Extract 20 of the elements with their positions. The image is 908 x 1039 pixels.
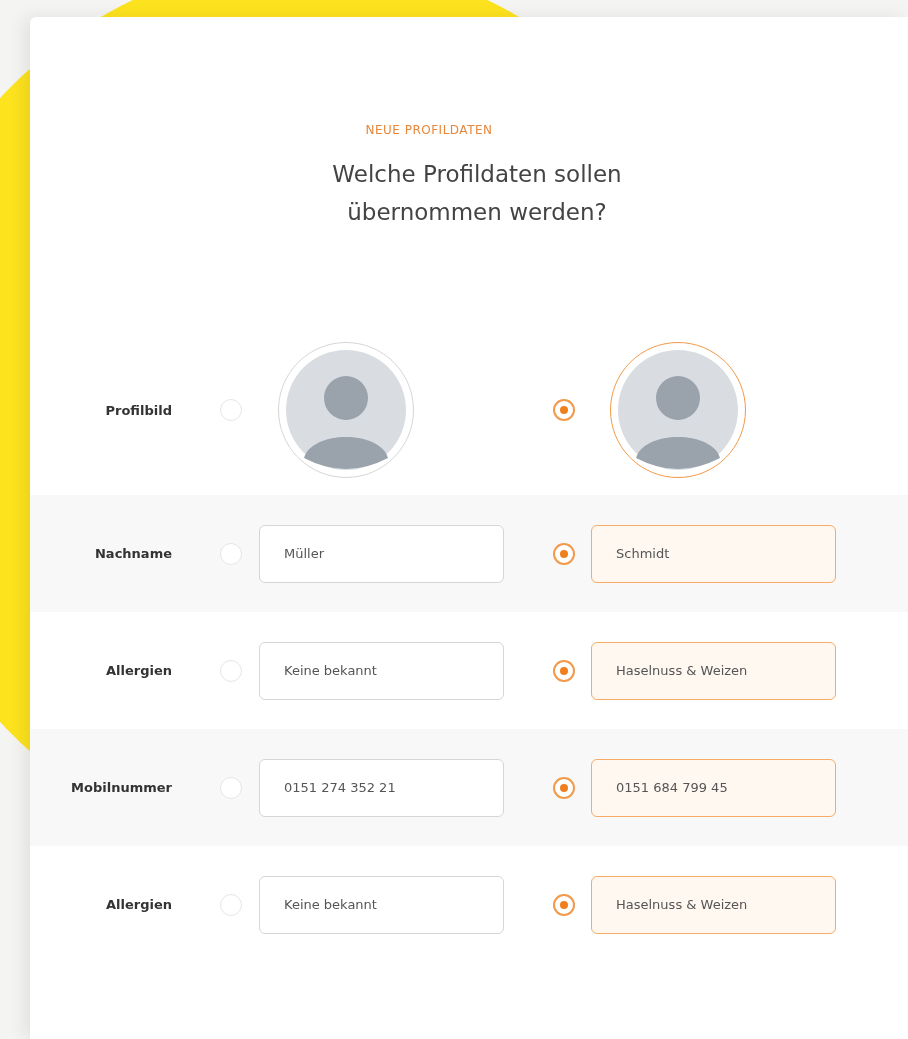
input-field[interactable]: Haselnuss & Weizen [591, 875, 836, 934]
input-field[interactable]: 0151 684 799 45 [591, 758, 836, 817]
input-field[interactable]: Müller [259, 524, 504, 583]
input-field[interactable]: Schmidt [591, 524, 836, 583]
radio-button[interactable] [553, 776, 575, 799]
field-label: Mobilnummer [70, 780, 172, 795]
input-field[interactable]: Haselnuss & Weizen [591, 641, 836, 700]
input-field[interactable]: Keine bekannt [259, 875, 504, 934]
field-label: Allergien [104, 897, 172, 912]
radio-button[interactable] [553, 399, 575, 421]
radio-button[interactable] [553, 893, 575, 916]
field-label: Nachname [94, 546, 172, 561]
input-field[interactable]: Keine bekannt [259, 641, 504, 700]
radio-button[interactable] [553, 659, 575, 682]
input-field[interactable]: 0151 274 352 21 [259, 758, 504, 817]
radio-button[interactable] [553, 542, 575, 565]
field-label: Allergien [104, 663, 172, 678]
field-label: Profilbild [104, 402, 172, 418]
heading: Welche Profildaten sollen übernommen werden? [331, 160, 623, 227]
section-eyebrow: NEUE PROFILDATEN [364, 123, 494, 137]
